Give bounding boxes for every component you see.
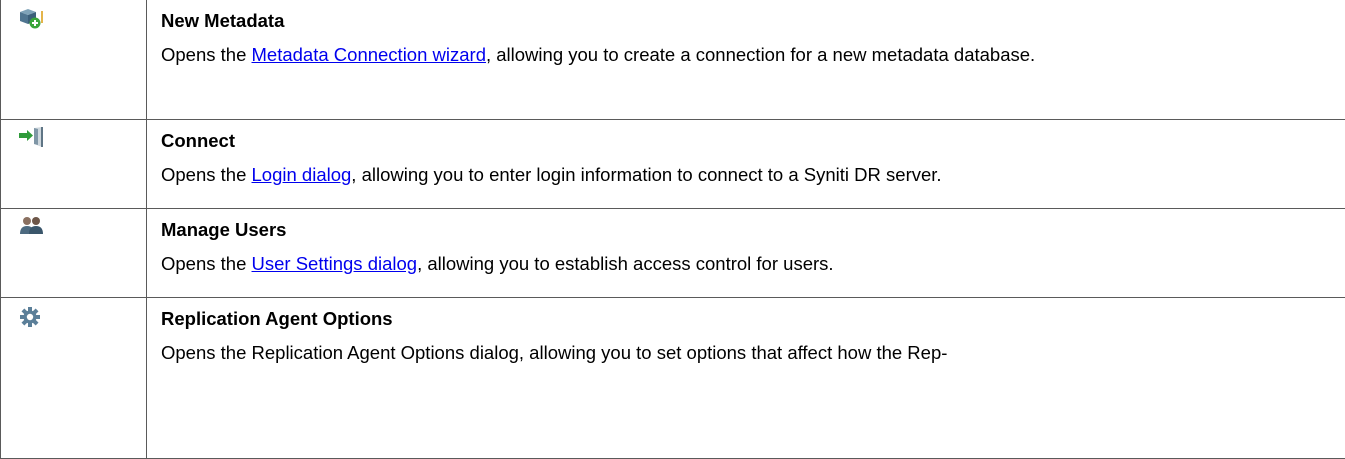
row-title: New Metadata <box>147 0 1345 32</box>
table-row: Connect Opens the Login dialog, allowing… <box>1 120 1345 209</box>
table-row: Manage Users Opens the User Settings dia… <box>1 209 1345 298</box>
description-cell: New Metadata Opens the Metadata Connecti… <box>147 0 1345 120</box>
description-cell: Connect Opens the Login dialog, allowing… <box>147 120 1345 209</box>
users-icon <box>19 215 45 237</box>
row-title: Manage Users <box>147 209 1345 241</box>
row-title: Replication Agent Options <box>147 298 1345 330</box>
icon-cell <box>1 209 147 298</box>
commands-table: New Metadata Opens the Metadata Connecti… <box>0 0 1345 459</box>
row-title: Connect <box>147 120 1345 152</box>
gear-icon <box>19 306 45 328</box>
connect-icon <box>19 126 45 148</box>
row-description: Opens the Login dialog, allowing you to … <box>147 152 1345 193</box>
new-metadata-icon <box>19 8 45 30</box>
row-description: Opens the Replication Agent Options dial… <box>147 330 1345 371</box>
description-cell: Manage Users Opens the User Settings dia… <box>147 209 1345 298</box>
table-row: Replication Agent Options Opens the Repl… <box>1 298 1345 459</box>
icon-cell <box>1 0 147 120</box>
metadata-connection-wizard-link[interactable]: Metadata Connection wizard <box>252 44 486 65</box>
icon-cell <box>1 120 147 209</box>
user-settings-dialog-link[interactable]: User Settings dialog <box>252 253 418 274</box>
table-row: New Metadata Opens the Metadata Connecti… <box>1 0 1345 120</box>
icon-cell <box>1 298 147 459</box>
description-cell: Replication Agent Options Opens the Repl… <box>147 298 1345 459</box>
row-description: Opens the User Settings dialog, allowing… <box>147 241 1345 282</box>
login-dialog-link[interactable]: Login dialog <box>252 164 352 185</box>
row-description: Opens the Metadata Connection wizard, al… <box>147 32 1345 73</box>
